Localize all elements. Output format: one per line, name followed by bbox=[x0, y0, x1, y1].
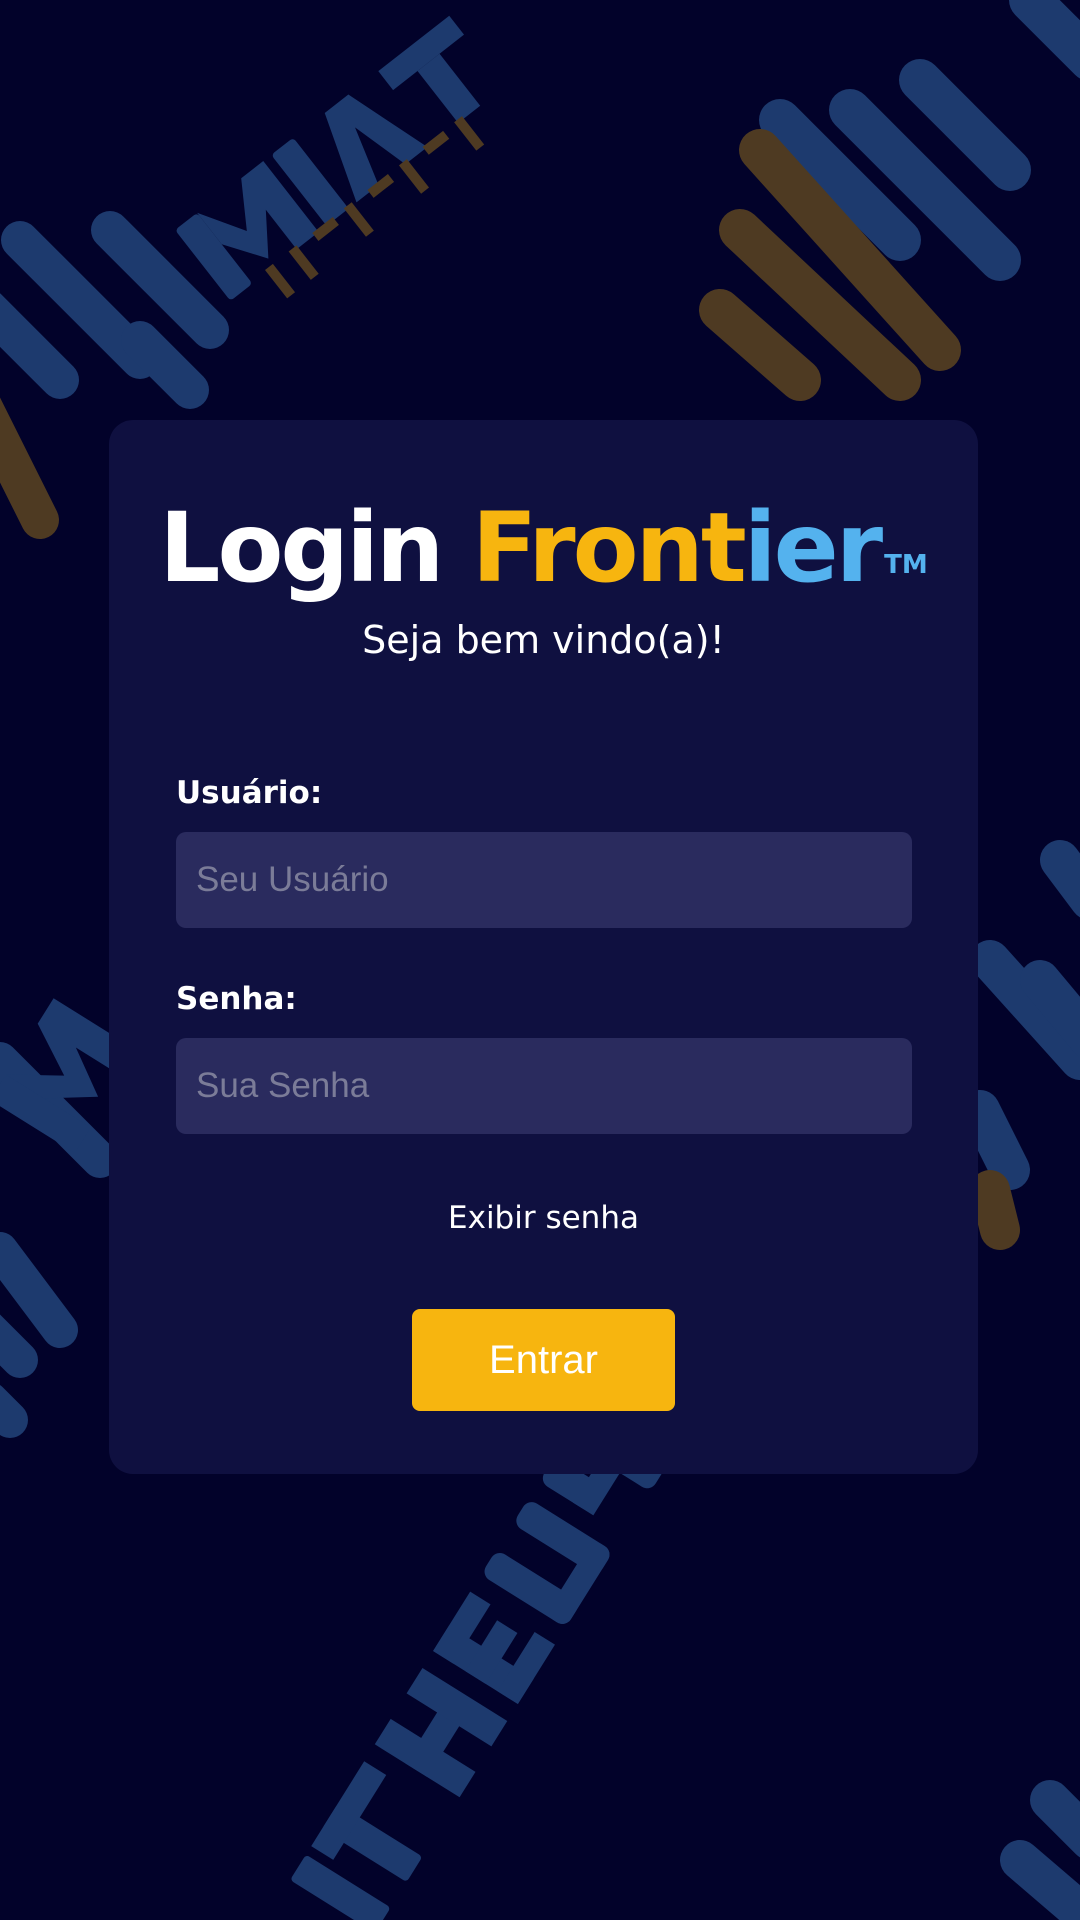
title-ier: ier bbox=[743, 492, 883, 604]
watermark-mattheus-top bbox=[176, 15, 481, 300]
username-label: Usuário: bbox=[176, 775, 323, 811]
brand-bars-bottom-right bbox=[1000, 1780, 1080, 1920]
app-title: Login Frontier TM bbox=[109, 500, 978, 596]
password-input[interactable] bbox=[176, 1038, 912, 1134]
trademark-symbol: TM bbox=[884, 550, 928, 580]
title-front: Front bbox=[471, 492, 747, 604]
welcome-subtitle: Seja bem vindo(a)! bbox=[362, 618, 725, 662]
show-password-toggle[interactable]: Exibir senha bbox=[109, 1200, 978, 1236]
password-label: Senha: bbox=[176, 981, 297, 1017]
brand-bars-right-middle bbox=[960, 840, 1080, 1250]
username-input[interactable] bbox=[176, 832, 912, 928]
login-button[interactable]: Entrar bbox=[412, 1309, 675, 1411]
brand-bars-top-right bbox=[699, 0, 1080, 401]
title-login: Login bbox=[159, 492, 444, 604]
login-card: Login Frontier TM Seja bem vindo(a)! Usuá… bbox=[109, 420, 978, 1474]
watermark-mattheus-bottom bbox=[291, 1438, 663, 1920]
